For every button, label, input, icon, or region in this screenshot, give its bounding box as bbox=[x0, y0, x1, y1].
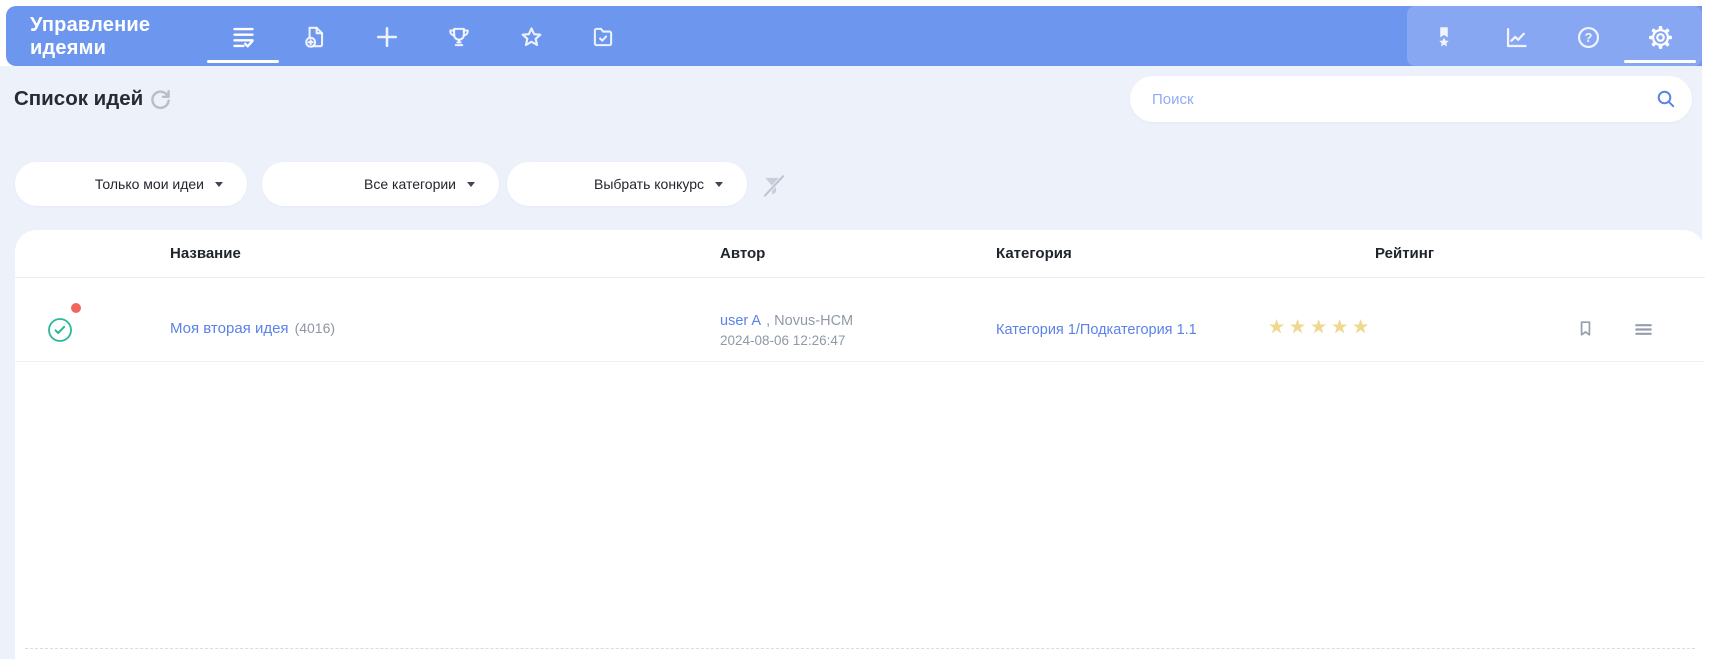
search-icon bbox=[1654, 90, 1678, 114]
header-right-nav: ? bbox=[1424, 19, 1696, 63]
trophy-icon bbox=[446, 24, 472, 50]
rating-cell: ★★★★★ bbox=[1260, 278, 1460, 338]
filter-contest-label: Выбрать конкурс bbox=[594, 176, 704, 192]
chevron-down-icon bbox=[467, 181, 475, 187]
filter-categories-label: Все категории bbox=[364, 176, 456, 192]
author-organization: , Novus-HCM bbox=[766, 313, 854, 329]
medal-icon bbox=[1431, 24, 1457, 50]
folder-check-icon bbox=[590, 24, 616, 50]
app-title: Управление идеями bbox=[30, 14, 151, 59]
chart-icon bbox=[1503, 24, 1530, 51]
filter-off-icon bbox=[760, 174, 788, 203]
refresh-icon bbox=[147, 89, 174, 116]
nav-statistics[interactable] bbox=[1496, 19, 1536, 55]
column-title: Название bbox=[170, 245, 241, 262]
status-approved-icon bbox=[47, 317, 73, 343]
rating-stars[interactable]: ★★★★★ bbox=[1268, 317, 1373, 338]
app-header: Управление идеями ? bbox=[6, 6, 1702, 66]
list-check-icon bbox=[230, 24, 257, 51]
menu-icon bbox=[1632, 324, 1655, 344]
bookmark-icon bbox=[1575, 321, 1596, 342]
nav-ideas-list[interactable] bbox=[207, 19, 279, 63]
refresh-button[interactable] bbox=[145, 86, 175, 116]
created-date: 2024-08-06 12:26:47 bbox=[720, 333, 846, 348]
row-menu-button[interactable] bbox=[1632, 318, 1655, 344]
table-row: Моя вторая идея (4016) user A , Novus-HCM … bbox=[15, 278, 1705, 362]
star-icon bbox=[518, 24, 545, 51]
nav-favorites[interactable] bbox=[511, 19, 551, 55]
category-cell: Категория 1/Подкатегория 1.1 bbox=[996, 278, 1260, 338]
author-cell: user A , Novus-HCM 2024-08-06 12:26:47 bbox=[720, 278, 996, 350]
nav-contests[interactable] bbox=[439, 19, 479, 55]
app-window: Управление идеями ? Список идей Поиск То… bbox=[0, 0, 1720, 659]
filter-my-ideas-label: Только мои идеи bbox=[94, 176, 204, 192]
filter-contest-dropdown[interactable]: Выбрать конкурс bbox=[507, 162, 747, 206]
column-author: Автор bbox=[720, 245, 766, 262]
filter-categories-dropdown[interactable]: Все категории bbox=[262, 162, 499, 206]
table-header-row: Название Автор Категория Рейтинг bbox=[15, 230, 1705, 278]
svg-text:?: ? bbox=[1584, 30, 1592, 45]
actions-cell bbox=[1460, 278, 1705, 344]
chevron-down-icon bbox=[715, 181, 723, 187]
plus-icon bbox=[373, 23, 401, 51]
card-bottom-divider bbox=[25, 648, 1695, 649]
bookmark-button[interactable] bbox=[1575, 318, 1596, 342]
nav-add-idea[interactable] bbox=[367, 19, 407, 55]
nav-settings[interactable] bbox=[1624, 19, 1696, 63]
idea-title-link[interactable]: Моя вторая идея bbox=[170, 320, 289, 337]
nav-tasks[interactable] bbox=[583, 19, 623, 55]
column-rating: Рейтинг bbox=[1375, 245, 1435, 262]
search-button[interactable] bbox=[1654, 87, 1678, 111]
search-input[interactable] bbox=[1152, 76, 1642, 122]
settings-gear-icon bbox=[1647, 24, 1674, 51]
notification-dot bbox=[71, 303, 81, 313]
nav-document-add[interactable] bbox=[295, 19, 335, 55]
page-title: Список идей bbox=[14, 87, 144, 110]
ideas-table: Название Автор Категория Рейтинг Моя вто… bbox=[15, 230, 1705, 659]
nav-help[interactable]: ? bbox=[1568, 19, 1608, 55]
nav-achievements[interactable] bbox=[1424, 19, 1464, 55]
main-nav bbox=[207, 19, 623, 63]
help-icon: ? bbox=[1575, 24, 1602, 51]
document-plus-icon bbox=[302, 24, 328, 50]
chevron-down-icon bbox=[215, 181, 223, 187]
category-link[interactable]: Категория 1/Подкатегория 1.1 bbox=[996, 322, 1197, 338]
column-category: Категория bbox=[996, 245, 1072, 262]
idea-code: (4016) bbox=[294, 320, 336, 336]
author-link[interactable]: user A bbox=[720, 313, 761, 329]
title-cell: Моя вторая идея (4016) bbox=[170, 278, 720, 337]
filter-my-ideas-dropdown[interactable]: Только мои идеи bbox=[15, 162, 247, 206]
clear-filters-button[interactable] bbox=[760, 172, 788, 200]
search-bar bbox=[1130, 76, 1692, 122]
status-cell bbox=[15, 278, 170, 362]
